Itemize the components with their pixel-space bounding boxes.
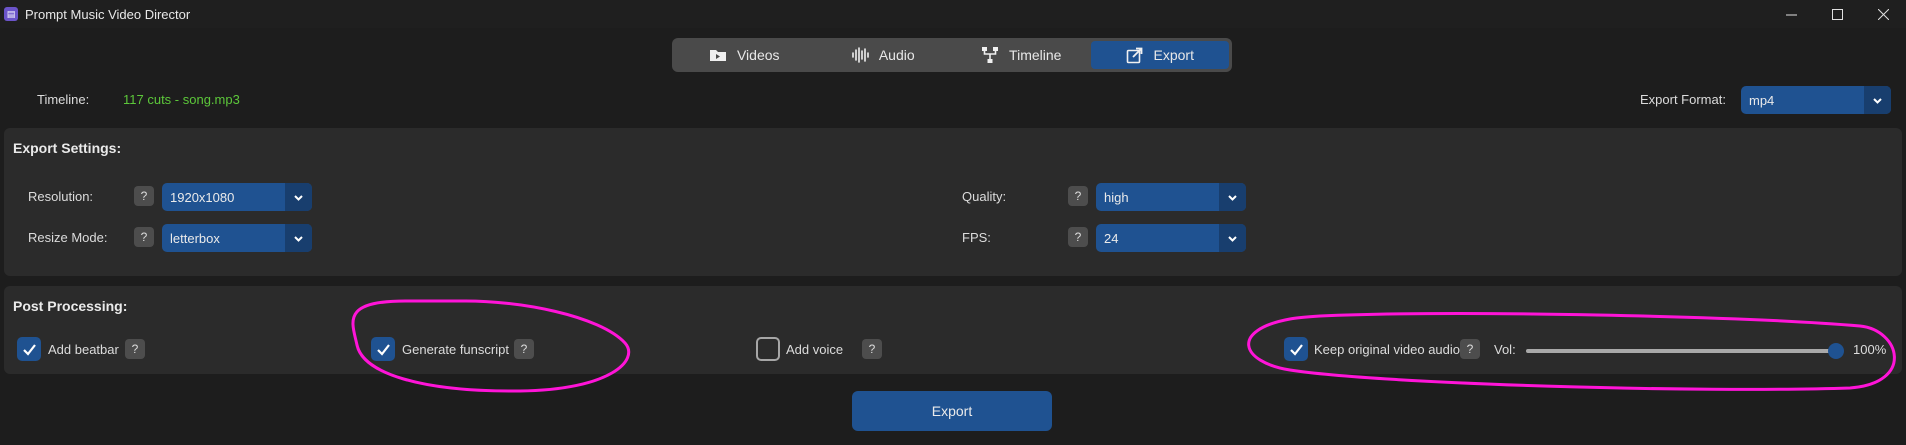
fps-dropdown[interactable]: 24 — [1096, 224, 1246, 252]
checkmark-icon — [376, 343, 390, 356]
add-voice-label: Add voice — [786, 342, 844, 357]
minimize-icon[interactable] — [1768, 0, 1814, 28]
volume-slider-track[interactable] — [1526, 349, 1836, 353]
add-voice-help-button[interactable]: ? — [862, 339, 882, 359]
tab-timeline[interactable]: Timeline — [952, 41, 1091, 69]
tab-export[interactable]: Export — [1090, 41, 1229, 69]
quality-dropdown[interactable]: high — [1096, 183, 1246, 211]
chevron-down-icon[interactable] — [285, 183, 312, 211]
waveform-icon — [852, 47, 869, 63]
fps-label: FPS: — [962, 230, 991, 245]
keep-original-audio-checkbox[interactable] — [1284, 337, 1308, 361]
generate-funscript-label: Generate funscript — [402, 342, 509, 357]
quality-help-button[interactable]: ? — [1068, 186, 1088, 206]
tab-audio-label: Audio — [878, 47, 915, 63]
window-title: Prompt Music Video Director — [25, 6, 191, 22]
export-format-label: Export Format: — [1640, 92, 1726, 107]
chevron-down-icon[interactable] — [1864, 86, 1891, 114]
volume-slider-thumb[interactable] — [1828, 343, 1844, 359]
keep-original-audio-help-button[interactable]: ? — [1460, 339, 1480, 359]
resolution-help-button[interactable]: ? — [134, 186, 154, 206]
title-bar: ▤ Prompt Music Video Director — [0, 0, 1906, 28]
export-format-value: mp4 — [1749, 92, 1775, 108]
resize-mode-dropdown[interactable]: letterbox — [162, 224, 312, 252]
resolution-dropdown[interactable]: 1920x1080 — [162, 183, 312, 211]
volume-value: 100% — [1853, 342, 1887, 357]
export-settings-title: Export Settings: — [13, 140, 122, 156]
chevron-down-icon[interactable] — [1219, 183, 1246, 211]
tab-export-label: Export — [1153, 47, 1194, 63]
checkmark-icon — [22, 343, 36, 356]
quality-value: high — [1104, 189, 1129, 205]
keep-original-audio-label: Keep original video audio — [1314, 342, 1460, 357]
main-tabbar: Videos Audio Timeline Export — [672, 38, 1232, 72]
tab-videos-label: Videos — [736, 47, 780, 63]
resize-mode-label: Resize Mode: — [28, 230, 108, 245]
checkmark-icon — [1289, 343, 1303, 356]
close-icon[interactable] — [1860, 0, 1906, 28]
timeline-value: 117 cuts - song.mp3 — [123, 92, 240, 107]
timeline-label: Timeline: — [37, 92, 90, 107]
add-beatbar-checkbox[interactable] — [17, 337, 41, 361]
add-beatbar-help-button[interactable]: ? — [125, 339, 145, 359]
fps-help-button[interactable]: ? — [1068, 227, 1088, 247]
maximize-icon[interactable] — [1814, 0, 1860, 28]
resolution-label: Resolution: — [28, 189, 94, 204]
generate-funscript-checkbox[interactable] — [371, 337, 395, 361]
tab-videos[interactable]: Videos — [675, 41, 814, 69]
volume-label: Vol: — [1494, 342, 1516, 357]
window-controls — [1768, 0, 1906, 28]
generate-funscript-help-button[interactable]: ? — [514, 339, 534, 359]
resolution-value: 1920x1080 — [170, 189, 235, 205]
tab-timeline-label: Timeline — [1009, 47, 1062, 63]
quality-label: Quality: — [962, 189, 1007, 204]
add-beatbar-label: Add beatbar — [48, 342, 119, 357]
resize-mode-help-button[interactable]: ? — [134, 227, 154, 247]
fps-value: 24 — [1104, 230, 1119, 246]
tab-audio[interactable]: Audio — [814, 41, 953, 69]
timeline-branch-icon — [982, 47, 999, 63]
resize-mode-value: letterbox — [170, 230, 220, 246]
export-share-icon — [1126, 47, 1142, 64]
chevron-down-icon[interactable] — [1219, 224, 1246, 252]
video-folder-icon — [709, 50, 726, 61]
post-processing-panel: Post Processing: — [4, 286, 1902, 374]
export-format-dropdown[interactable]: mp4 — [1741, 86, 1891, 114]
app-icon: ▤ — [4, 7, 18, 21]
export-button[interactable]: Export — [852, 391, 1052, 431]
chevron-down-icon[interactable] — [285, 224, 312, 252]
add-voice-checkbox[interactable] — [756, 337, 780, 361]
post-processing-title: Post Processing: — [13, 298, 128, 314]
